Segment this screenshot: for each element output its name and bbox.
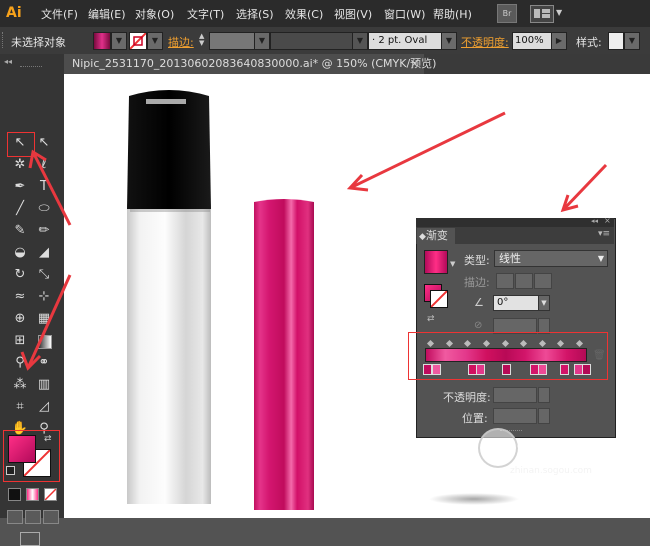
arrow-to-pink-tube [346,111,506,192]
screen-mode-icon[interactable] [20,532,40,546]
watermark-brand: 搜狗指南 [517,440,605,464]
watermark-url: zhinan.sogou.com [510,466,592,476]
arrow-to-gradient-panel [560,163,608,213]
watermark-logo [478,428,518,468]
arrow-to-fill [20,274,72,371]
arrow-to-pen-tool [28,149,72,226]
